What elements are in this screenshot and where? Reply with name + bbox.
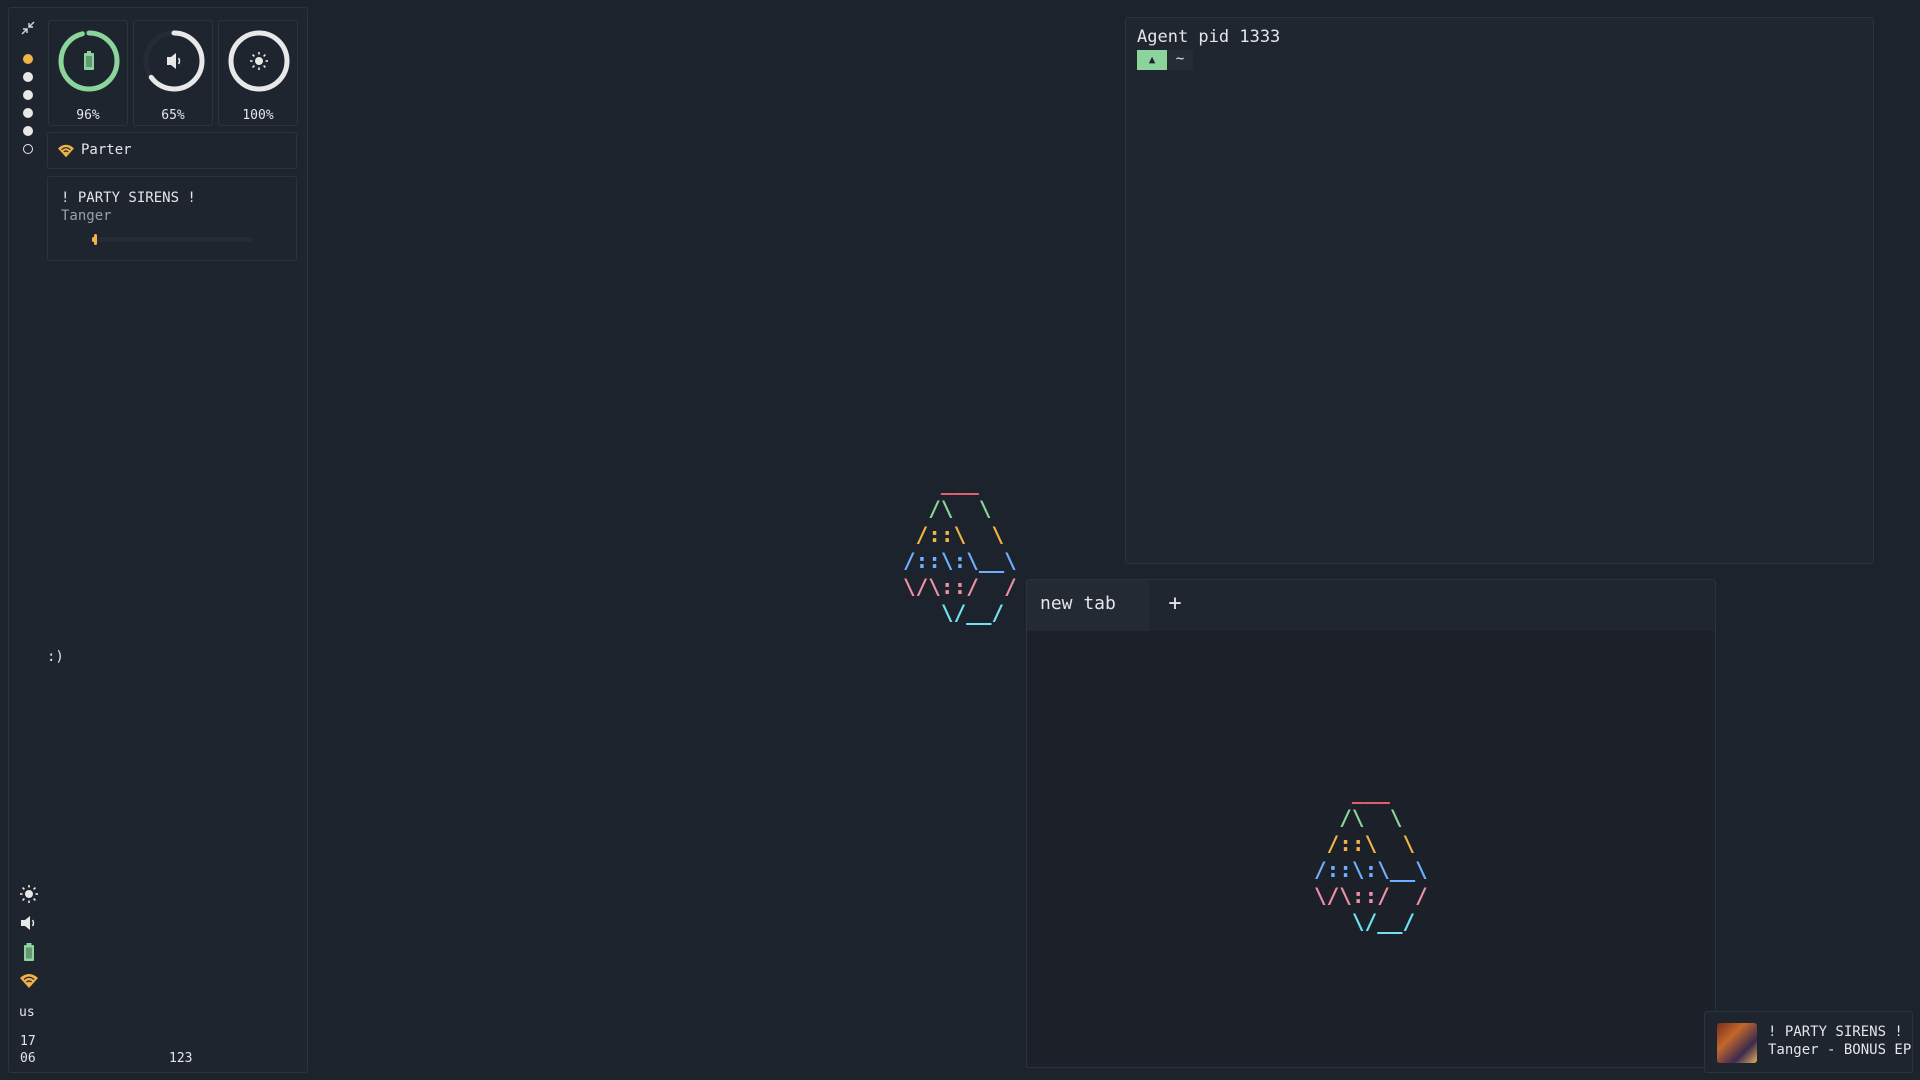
volume-gauge-ring bbox=[143, 30, 205, 92]
battery-gauge-ring bbox=[58, 30, 120, 92]
side-bar: us 17 06 96% 65% 100% Parter ! PARTY SIR… bbox=[8, 7, 308, 1073]
keyboard-layout[interactable]: us bbox=[19, 1005, 35, 1020]
numlock-indicator: 123 bbox=[169, 1051, 193, 1066]
network-widget[interactable]: Parter bbox=[47, 132, 297, 169]
logo-line-2: /\ \ bbox=[1314, 806, 1403, 830]
speaker-icon[interactable] bbox=[19, 913, 39, 933]
workspace-2-dot[interactable] bbox=[23, 72, 33, 82]
workspace-5-dot[interactable] bbox=[23, 126, 33, 136]
prompt-triangle-icon: ▲ bbox=[1137, 50, 1167, 70]
desktop-logo: ___ /\ \ /::\ \/::\:\__\ \/\::/ / \/__/ bbox=[903, 470, 1017, 626]
browser-window[interactable]: new tab + ___ /\ \ /::\ \/::\:\__\ \/\::/… bbox=[1026, 579, 1716, 1068]
mood-text: :) bbox=[47, 649, 64, 665]
logo-line-3: /::\ \ bbox=[903, 523, 1005, 547]
brightness-percent: 100% bbox=[242, 108, 274, 123]
logo-line-6: \/__/ bbox=[1314, 910, 1416, 934]
speaker-icon bbox=[167, 53, 181, 69]
terminal-window[interactable]: Agent pid 1333 ▲ ~ bbox=[1125, 17, 1874, 564]
clock-minute: 06 bbox=[20, 1051, 36, 1066]
window-logo: ___ /\ \ /::\ \/::\:\__\ \/\::/ / \/__/ bbox=[1314, 779, 1428, 935]
workspace-3-dot[interactable] bbox=[23, 90, 33, 100]
prompt-directory: ~ bbox=[1167, 50, 1193, 70]
tab-new-tab[interactable]: new tab bbox=[1027, 580, 1149, 631]
workspace-1-dot[interactable] bbox=[23, 54, 33, 64]
logo-line-5: \/\::/ / bbox=[1314, 884, 1428, 908]
logo-line-4: /::\:\__\ bbox=[903, 549, 1017, 573]
notification-subtitle: Tanger - BONUS EP bbox=[1768, 1042, 1912, 1058]
logo-line-5: \/\::/ / bbox=[903, 575, 1017, 599]
logo-line-3: /::\ \ bbox=[1314, 832, 1416, 856]
brightness-gauge[interactable]: 100% bbox=[218, 20, 298, 126]
battery-icon[interactable] bbox=[19, 942, 39, 962]
media-notification[interactable]: ! PARTY SIRENS ! Tanger - BONUS EP bbox=[1704, 1011, 1913, 1073]
notification-title: ! PARTY SIRENS ! bbox=[1768, 1024, 1903, 1040]
network-name: Parter bbox=[81, 142, 132, 158]
tab-bar: new tab + bbox=[1027, 580, 1715, 631]
logo-line-2: /\ \ bbox=[903, 497, 992, 521]
volume-gauge[interactable]: 65% bbox=[133, 20, 213, 126]
media-progress-bar[interactable] bbox=[92, 234, 252, 245]
media-title: ! PARTY SIRENS ! bbox=[61, 190, 196, 206]
battery-percent: 96% bbox=[76, 108, 100, 123]
sun-icon[interactable] bbox=[19, 884, 39, 904]
media-artist: Tanger bbox=[61, 208, 112, 224]
logo-line-4: /::\:\__\ bbox=[1314, 858, 1428, 882]
battery-icon bbox=[84, 51, 94, 70]
logo-line-1: ___ bbox=[903, 471, 979, 495]
logo-line-1: ___ bbox=[1314, 780, 1390, 804]
media-progress-knob[interactable] bbox=[94, 234, 98, 245]
album-art bbox=[1717, 1023, 1757, 1063]
logo-line-6: \/__/ bbox=[903, 601, 1005, 625]
brightness-gauge-ring bbox=[228, 30, 290, 92]
add-tab-button[interactable]: + bbox=[1162, 591, 1188, 617]
wifi-icon[interactable] bbox=[19, 971, 39, 991]
collapse-arrows-icon[interactable] bbox=[20, 21, 36, 37]
media-widget[interactable]: ! PARTY SIRENS ! Tanger bbox=[47, 176, 297, 261]
wifi-icon bbox=[58, 144, 74, 158]
volume-percent: 65% bbox=[161, 108, 185, 123]
workspace-4-dot[interactable] bbox=[23, 108, 33, 118]
workspace-6-dot[interactable] bbox=[23, 144, 33, 154]
clock-hour: 17 bbox=[20, 1034, 36, 1049]
bar-strip: us 17 06 bbox=[9, 8, 49, 1072]
sun-icon bbox=[250, 52, 268, 70]
battery-gauge[interactable]: 96% bbox=[48, 20, 128, 126]
terminal-title: Agent pid 1333 bbox=[1137, 27, 1281, 47]
